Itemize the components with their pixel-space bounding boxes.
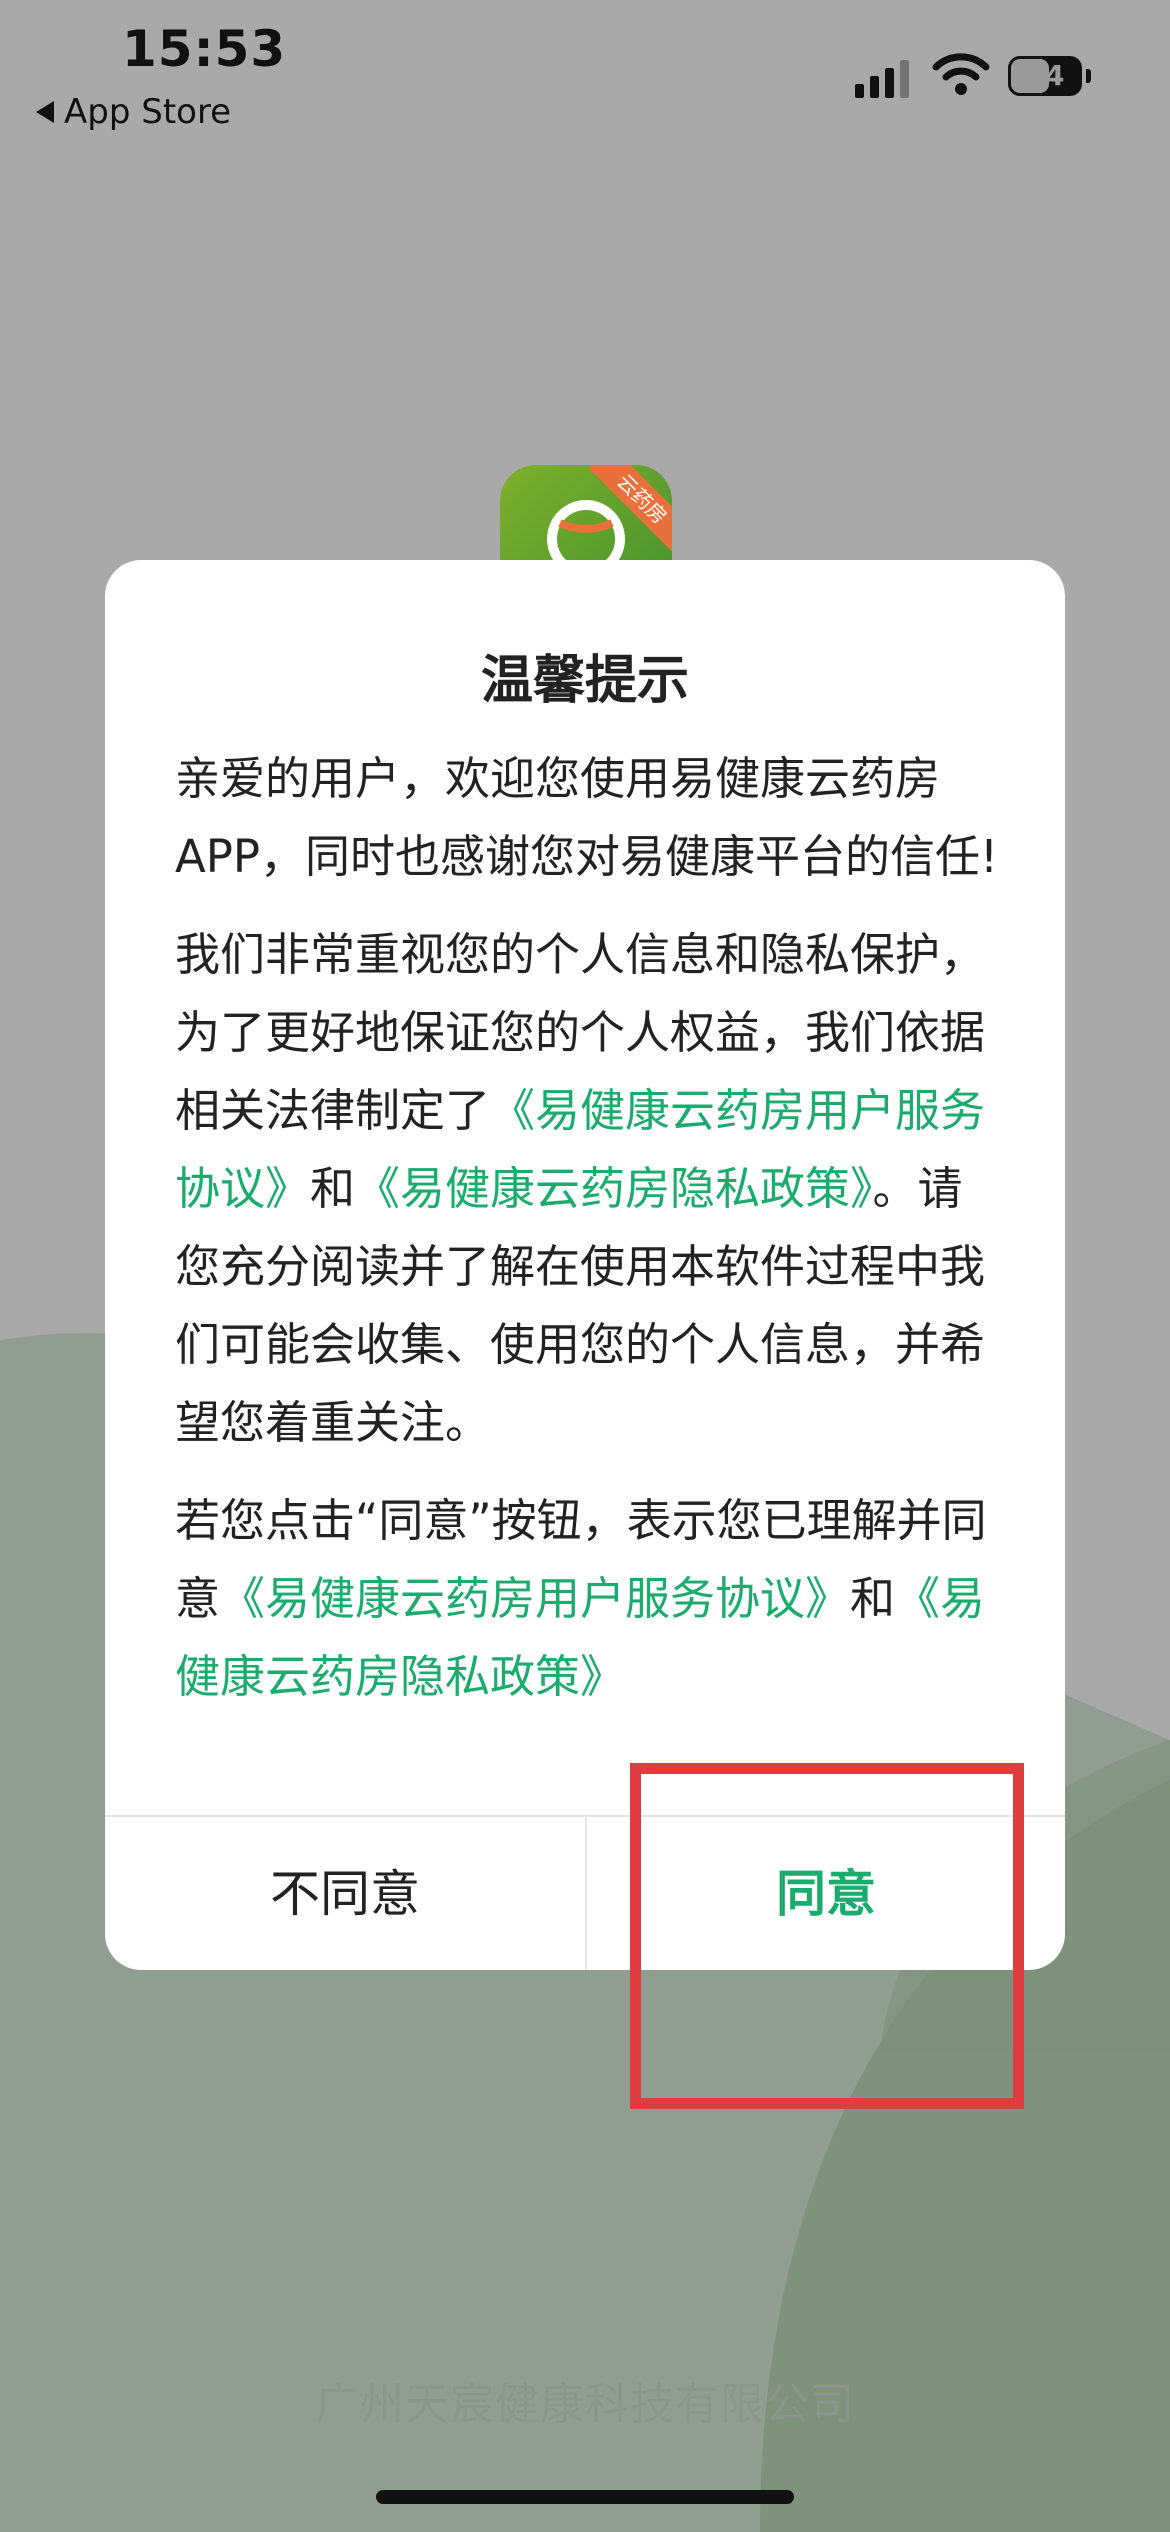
company-name: 广州天宸健康科技有限公司 xyxy=(315,2379,855,2430)
privacy-paragraph: 我们非常重视您的个人信息和隐私保护，为了更好地保证您的个人权益，我们依据相关法律… xyxy=(175,916,1005,1462)
dialog-title: 温馨提示 xyxy=(480,651,689,711)
battery-level: 34 xyxy=(1025,59,1065,92)
privacy-dialog: 温馨提示 亲爱的用户，欢迎您使用易健康云药房APP，同时也感谢您对易健康平台的信… xyxy=(105,560,1065,1970)
cellular-signal-icon xyxy=(855,60,909,98)
disagree-button[interactable]: 不同意 xyxy=(105,1817,585,1970)
consent-user-agreement-link[interactable]: 《易健康云药房用户服务协议》 xyxy=(220,1572,850,1625)
back-arrow-icon xyxy=(36,101,54,123)
welcome-paragraph: 亲爱的用户，欢迎您使用易健康云药房APP，同时也感谢您对易健康平台的信任! xyxy=(175,752,999,883)
privacy-policy-link[interactable]: 《易健康云药房隐私政策》 xyxy=(355,1162,873,1215)
dialog-body[interactable]: 亲爱的用户，欢迎您使用易健康云药房APP，同时也感谢您对易健康平台的信任! 我们… xyxy=(175,740,1005,1840)
battery-icon: 34 xyxy=(1008,56,1091,96)
consent-text-and: 和 xyxy=(850,1572,896,1625)
home-indicator[interactable] xyxy=(376,2490,794,2504)
back-to-app-store[interactable]: App Store xyxy=(36,92,231,132)
status-time: 15:53 xyxy=(122,20,287,78)
agree-highlight-box xyxy=(630,1763,1024,2109)
back-label: App Store xyxy=(64,92,232,132)
wifi-icon xyxy=(932,53,990,95)
consent-paragraph: 若您点击“同意”按钮，表示您已理解并同意《易健康云药房用户服务协议》和《易健康云… xyxy=(175,1482,1005,1716)
privacy-text-and: 和 xyxy=(310,1162,356,1215)
